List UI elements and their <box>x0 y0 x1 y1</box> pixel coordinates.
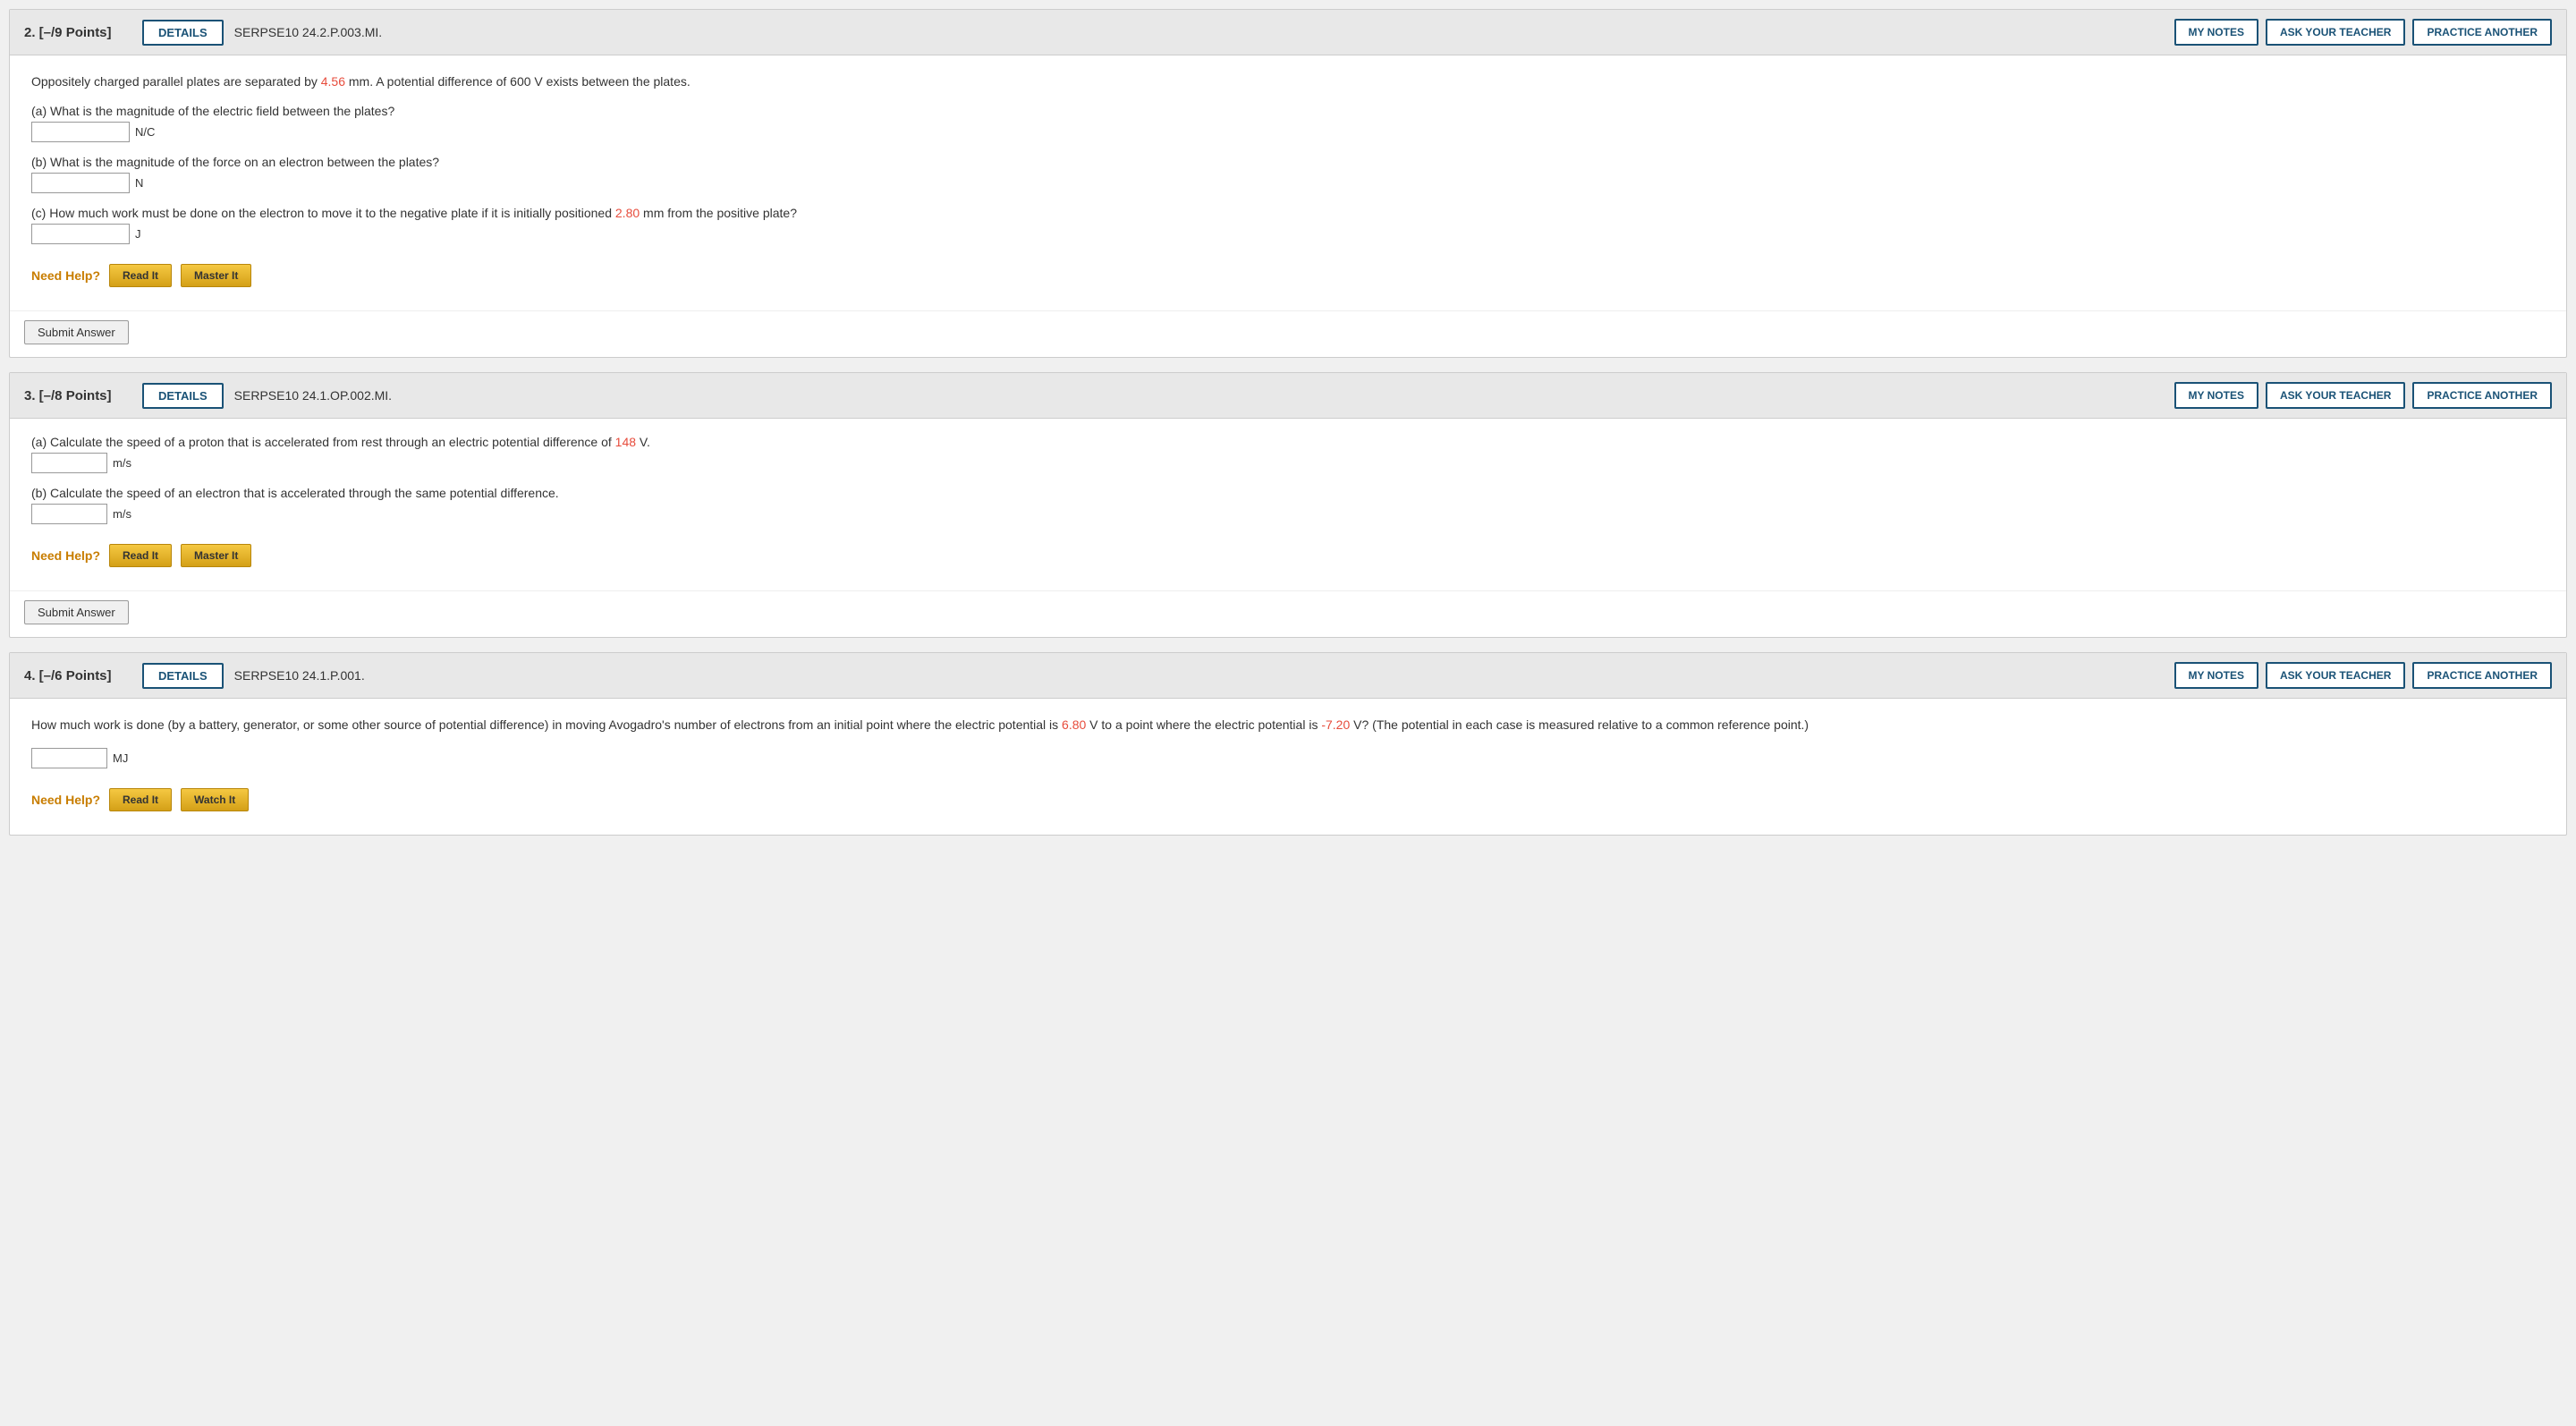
practice-another-button-4[interactable]: PRACTICE ANOTHER <box>2412 662 2552 689</box>
details-button-3[interactable]: DETAILS <box>142 383 224 409</box>
sub-question-2a: (a) What is the magnitude of the electri… <box>31 104 2545 142</box>
unit-2c: J <box>135 227 141 241</box>
need-help-row-3: Need Help? Read It Master It <box>31 537 2545 574</box>
need-help-row-4: Need Help? Read It Watch It <box>31 781 2545 819</box>
question-number-2: 2. [–/9 Points] <box>24 25 131 40</box>
practice-another-button-3[interactable]: PRACTICE ANOTHER <box>2412 382 2552 409</box>
answer-input-4[interactable] <box>31 748 107 768</box>
submit-row-3: Submit Answer <box>10 590 2566 637</box>
read-it-button-2[interactable]: Read It <box>109 264 172 287</box>
question-code-2: SERPSE10 24.2.P.003.MI. <box>234 25 2164 39</box>
submit-button-2[interactable]: Submit Answer <box>24 320 129 344</box>
need-help-label-4: Need Help? <box>31 793 100 807</box>
submit-row-2: Submit Answer <box>10 310 2566 357</box>
unit-2a: N/C <box>135 125 155 139</box>
answer-input-2c[interactable] <box>31 224 130 244</box>
ask-teacher-button-3[interactable]: ASK YOUR TEACHER <box>2266 382 2405 409</box>
unit-3a: m/s <box>113 456 131 470</box>
watch-it-button-4[interactable]: Watch It <box>181 788 249 811</box>
answer-input-2a[interactable] <box>31 122 130 142</box>
question-number-3: 3. [–/8 Points] <box>24 388 131 403</box>
master-it-button-2[interactable]: Master It <box>181 264 251 287</box>
details-button-4[interactable]: DETAILS <box>142 663 224 689</box>
answer-input-3b[interactable] <box>31 504 107 524</box>
sub-question-2b: (b) What is the magnitude of the force o… <box>31 155 2545 193</box>
unit-4: MJ <box>113 751 128 765</box>
sub-question-3b: (b) Calculate the speed of an electron t… <box>31 486 2545 524</box>
my-notes-button-3[interactable]: MY NOTES <box>2174 382 2258 409</box>
question-intro-2: Oppositely charged parallel plates are s… <box>31 72 2545 91</box>
question-number-4: 4. [–/6 Points] <box>24 668 131 683</box>
submit-button-3[interactable]: Submit Answer <box>24 600 129 624</box>
master-it-button-3[interactable]: Master It <box>181 544 251 567</box>
ask-teacher-button-4[interactable]: ASK YOUR TEACHER <box>2266 662 2405 689</box>
answer-input-2b[interactable] <box>31 173 130 193</box>
answer-input-3a[interactable] <box>31 453 107 473</box>
details-button-2[interactable]: DETAILS <box>142 20 224 46</box>
my-notes-button-2[interactable]: MY NOTES <box>2174 19 2258 46</box>
unit-3b: m/s <box>113 507 131 521</box>
need-help-row-2: Need Help? Read It Master It <box>31 257 2545 294</box>
question-intro-4: How much work is done (by a battery, gen… <box>31 715 2545 734</box>
practice-another-button-2[interactable]: PRACTICE ANOTHER <box>2412 19 2552 46</box>
read-it-button-3[interactable]: Read It <box>109 544 172 567</box>
sub-question-2c: (c) How much work must be done on the el… <box>31 206 2545 244</box>
read-it-button-4[interactable]: Read It <box>109 788 172 811</box>
question-code-3: SERPSE10 24.1.OP.002.MI. <box>234 388 2164 403</box>
need-help-label-2: Need Help? <box>31 268 100 283</box>
ask-teacher-button-2[interactable]: ASK YOUR TEACHER <box>2266 19 2405 46</box>
my-notes-button-4[interactable]: MY NOTES <box>2174 662 2258 689</box>
unit-2b: N <box>135 176 143 190</box>
sub-question-3a: (a) Calculate the speed of a proton that… <box>31 435 2545 473</box>
question-code-4: SERPSE10 24.1.P.001. <box>234 668 2164 683</box>
need-help-label-3: Need Help? <box>31 548 100 563</box>
